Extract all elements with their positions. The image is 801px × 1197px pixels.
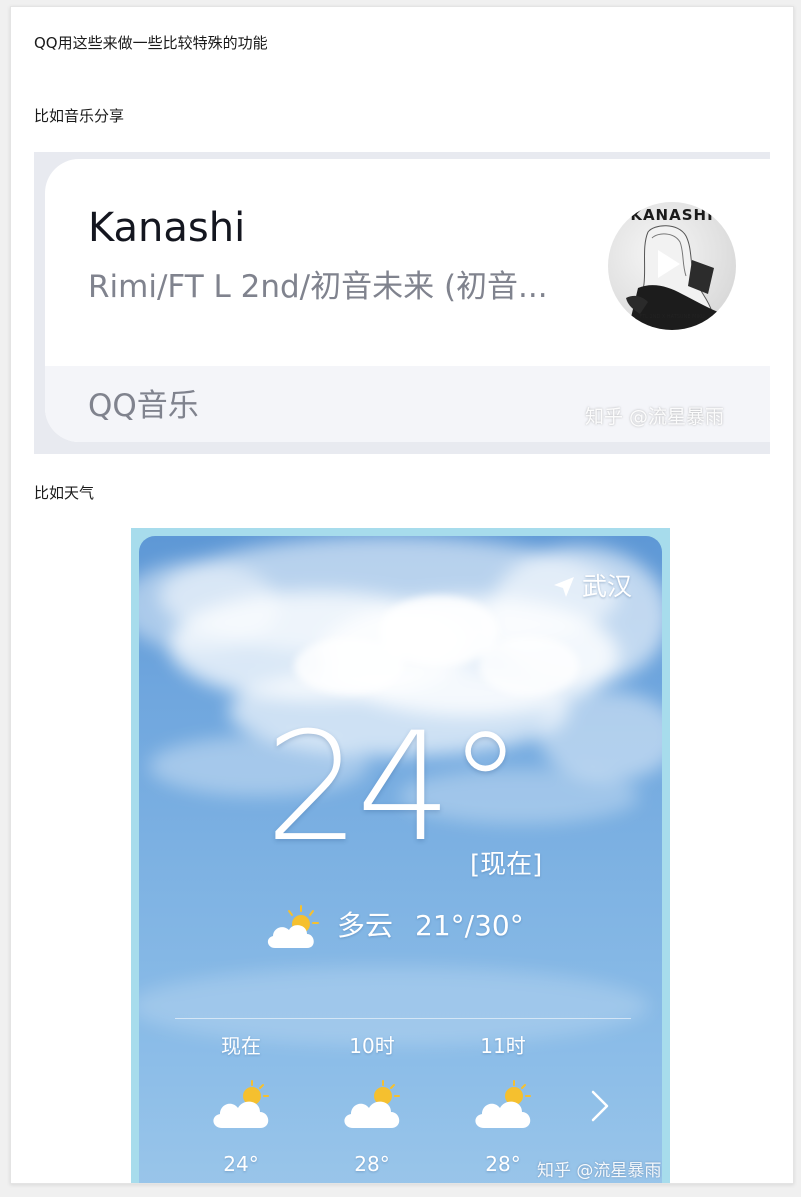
watermark: 知乎 @流星暴雨	[585, 406, 725, 428]
music-share-card[interactable]: Kanashi Rimi/FT L 2nd/初音未来 (初音... KANASH…	[45, 159, 770, 442]
hour-label: 现在	[221, 1034, 261, 1058]
album-credit-text: FTL 2ND X HATSUNE MIKU	[639, 314, 705, 320]
hourly-forecast-item: 11时 28°	[463, 1032, 543, 1178]
song-artist: Rimi/FT L 2nd/初音未来 (初音...	[88, 269, 548, 305]
partly-cloudy-icon	[267, 905, 319, 948]
album-title-text: KANASHI	[630, 206, 714, 224]
watermark: 知乎 @流星暴雨	[537, 1161, 662, 1181]
hourly-forecast-item: 10时 28°	[332, 1032, 412, 1178]
hour-temperature: 24°	[223, 1152, 259, 1176]
music-share-image: Kanashi Rimi/FT L 2nd/初音未来 (初音... KANASH…	[34, 152, 770, 454]
partly-cloudy-icon	[475, 1080, 531, 1128]
article-paragraph-weather: 比如天气	[34, 484, 95, 502]
hour-label: 10时	[349, 1034, 395, 1058]
weather-card[interactable]: 武汉 24° [现在] 多云 21°/30° 现在 24° 10时 28° 11…	[139, 536, 662, 1183]
location-arrow-icon	[553, 577, 574, 597]
article-page: QQ用这些来做一些比较特殊的功能 比如音乐分享 Kanashi Rimi/FT …	[10, 6, 794, 1184]
location-selector[interactable]: 武汉	[552, 569, 632, 605]
album-cover[interactable]: KANASHI FTL 2ND X HATSUNE MIKU	[608, 202, 736, 330]
current-temperature: 24°	[265, 701, 523, 875]
partly-cloudy-icon	[344, 1080, 400, 1128]
play-icon[interactable]	[658, 250, 680, 278]
partly-cloudy-icon	[213, 1080, 269, 1128]
music-source-label: QQ音乐	[88, 388, 199, 424]
divider	[175, 1018, 631, 1019]
article-paragraph-music: 比如音乐分享	[34, 107, 125, 125]
hour-label: 11时	[480, 1034, 526, 1058]
hour-temperature: 28°	[354, 1152, 390, 1176]
hourly-forecast-item: 现在 24°	[201, 1032, 281, 1178]
chevron-right-icon[interactable]	[589, 1088, 611, 1124]
temperature-range: 21°/30°	[415, 909, 524, 942]
weather-share-image: 武汉 24° [现在] 多云 21°/30° 现在 24° 10时 28° 11…	[131, 528, 670, 1183]
hour-temperature: 28°	[485, 1152, 521, 1176]
article-paragraph-intro: QQ用这些来做一些比较特殊的功能	[34, 34, 268, 52]
song-title: Kanashi	[88, 205, 246, 251]
now-label: [现在]	[470, 850, 543, 880]
city-name: 武汉	[581, 572, 632, 601]
weather-condition: 多云	[337, 909, 394, 942]
